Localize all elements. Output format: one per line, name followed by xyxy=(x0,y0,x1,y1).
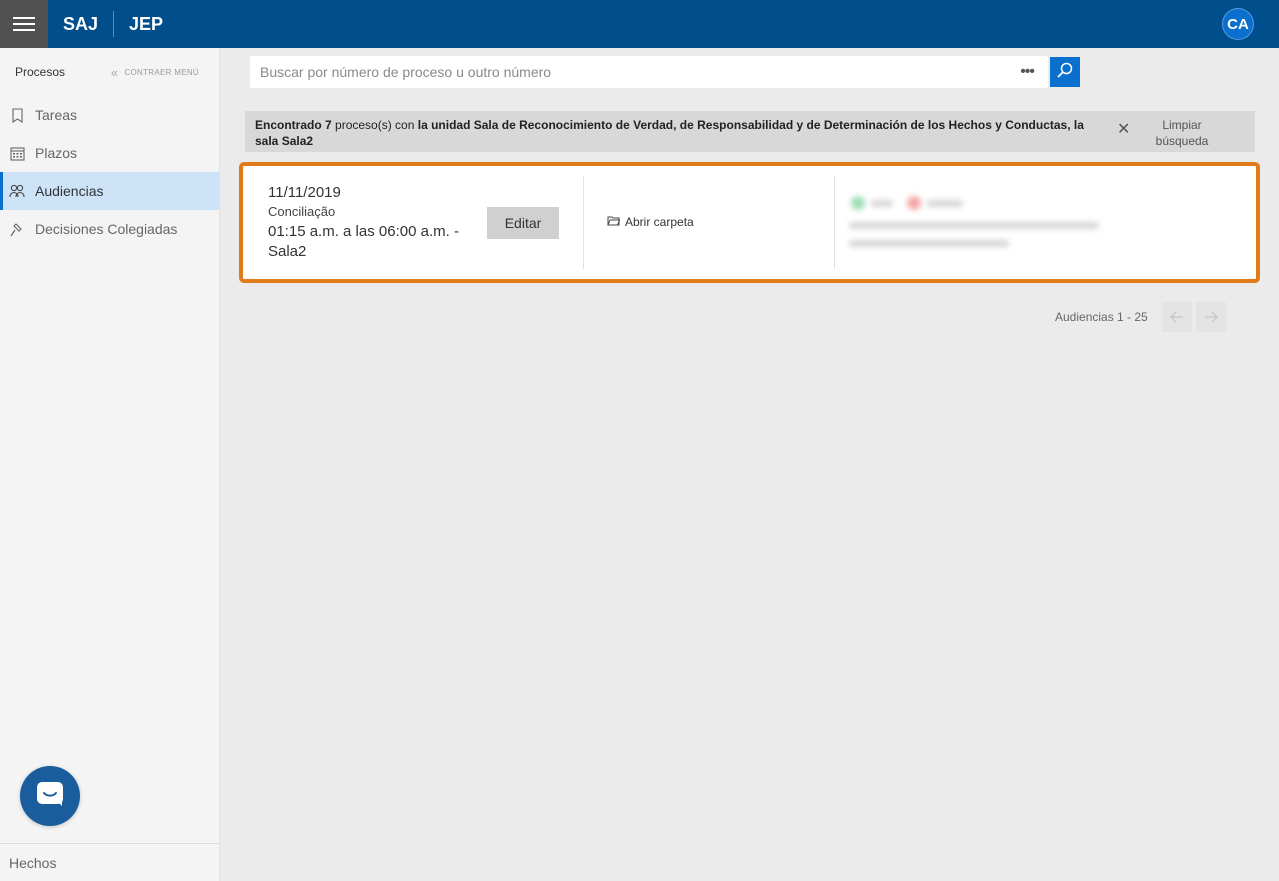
edit-button[interactable]: Editar xyxy=(487,207,559,239)
status-dot xyxy=(851,196,865,210)
sidebar-footer-label: Hechos xyxy=(9,854,57,871)
redacted-text xyxy=(849,240,1009,247)
filter-connector: proceso(s) con xyxy=(331,118,418,132)
sidebar-item-label: Audiencias xyxy=(35,183,104,199)
more-options-icon[interactable]: ••• xyxy=(1016,63,1038,81)
redacted-text xyxy=(927,200,963,207)
sidebar-section-title: Procesos xyxy=(15,65,66,79)
brand-jep[interactable]: JEP xyxy=(114,0,178,48)
filter-description: Encontrado 7 proceso(s) con la unidad Sa… xyxy=(255,117,1095,149)
pagination-label: Audiencias 1 - 25 xyxy=(1055,310,1148,324)
chat-launcher-button[interactable] xyxy=(20,766,80,826)
sidebar-item-decisiones-colegiadas[interactable]: Decisiones Colegiadas xyxy=(0,210,219,248)
gavel-icon xyxy=(9,221,25,237)
chat-icon xyxy=(35,779,65,814)
hearing-type: Conciliação xyxy=(268,204,336,219)
folder-icon xyxy=(607,215,621,229)
open-folder-label: Abrir carpeta xyxy=(625,215,694,229)
sidebar: Procesos « CONTRAER MENÚ Tareas Plazos A… xyxy=(0,48,220,881)
result-count: Encontrado 7 xyxy=(255,118,332,132)
sidebar-item-tareas[interactable]: Tareas xyxy=(0,96,219,134)
status-dot xyxy=(907,196,921,210)
hearing-info: 11/11/2019 Conciliação 01:15 a.m. a las … xyxy=(268,184,483,262)
hearing-time: 01:15 a.m. a las 06:00 a.m. - Sala2 xyxy=(268,223,459,260)
brand-saj[interactable]: SAJ xyxy=(48,0,113,48)
search-button[interactable] xyxy=(1050,57,1080,87)
redacted-text xyxy=(871,200,893,207)
search-icon xyxy=(1056,61,1074,84)
top-bar: SAJ JEP CA xyxy=(0,0,1279,48)
search-input[interactable] xyxy=(260,64,1017,80)
hearing-card: 11/11/2019 Conciliação 01:15 a.m. a las … xyxy=(239,162,1260,283)
hearing-date: 11/11/2019 xyxy=(268,184,341,201)
sidebar-item-label: Tareas xyxy=(35,107,78,123)
previous-page-button[interactable] xyxy=(1161,302,1192,332)
open-folder-link[interactable]: Abrir carpeta xyxy=(607,215,694,229)
sidebar-header: Procesos « CONTRAER MENÚ xyxy=(0,48,219,96)
search-filter-summary: Encontrado 7 proceso(s) con la unidad Sa… xyxy=(245,111,1255,152)
collapse-menu-button[interactable]: « CONTRAER MENÚ xyxy=(111,65,199,80)
user-avatar[interactable]: CA xyxy=(1222,8,1254,40)
redacted-participants xyxy=(849,192,1119,254)
pagination: Audiencias 1 - 25 xyxy=(1055,302,1226,332)
next-page-button[interactable] xyxy=(1195,302,1226,332)
sidebar-item-label: Decisiones Colegiadas xyxy=(35,221,178,237)
sidebar-item-label: Plazos xyxy=(35,145,78,161)
bookmark-icon xyxy=(9,107,25,123)
card-divider xyxy=(583,176,584,269)
calendar-icon xyxy=(9,145,25,161)
close-icon[interactable]: ✕ xyxy=(1117,119,1130,139)
sidebar-item-audiencias[interactable]: Audiencias xyxy=(0,172,219,210)
redacted-text xyxy=(849,222,1099,229)
double-chevron-left-icon: « xyxy=(110,64,119,80)
people-icon xyxy=(9,183,25,199)
sidebar-item-plazos[interactable]: Plazos xyxy=(0,134,219,172)
menu-icon[interactable] xyxy=(0,0,48,48)
clear-search-button[interactable]: Limpiar búsqueda xyxy=(1145,117,1219,149)
sidebar-item-hechos[interactable]: Hechos xyxy=(0,843,219,881)
collapse-menu-label: CONTRAER MENÚ xyxy=(124,67,199,77)
arrow-right-icon xyxy=(1204,311,1218,323)
search-box: ••• xyxy=(250,56,1048,88)
card-divider xyxy=(834,176,835,269)
arrow-left-icon xyxy=(1169,311,1183,323)
